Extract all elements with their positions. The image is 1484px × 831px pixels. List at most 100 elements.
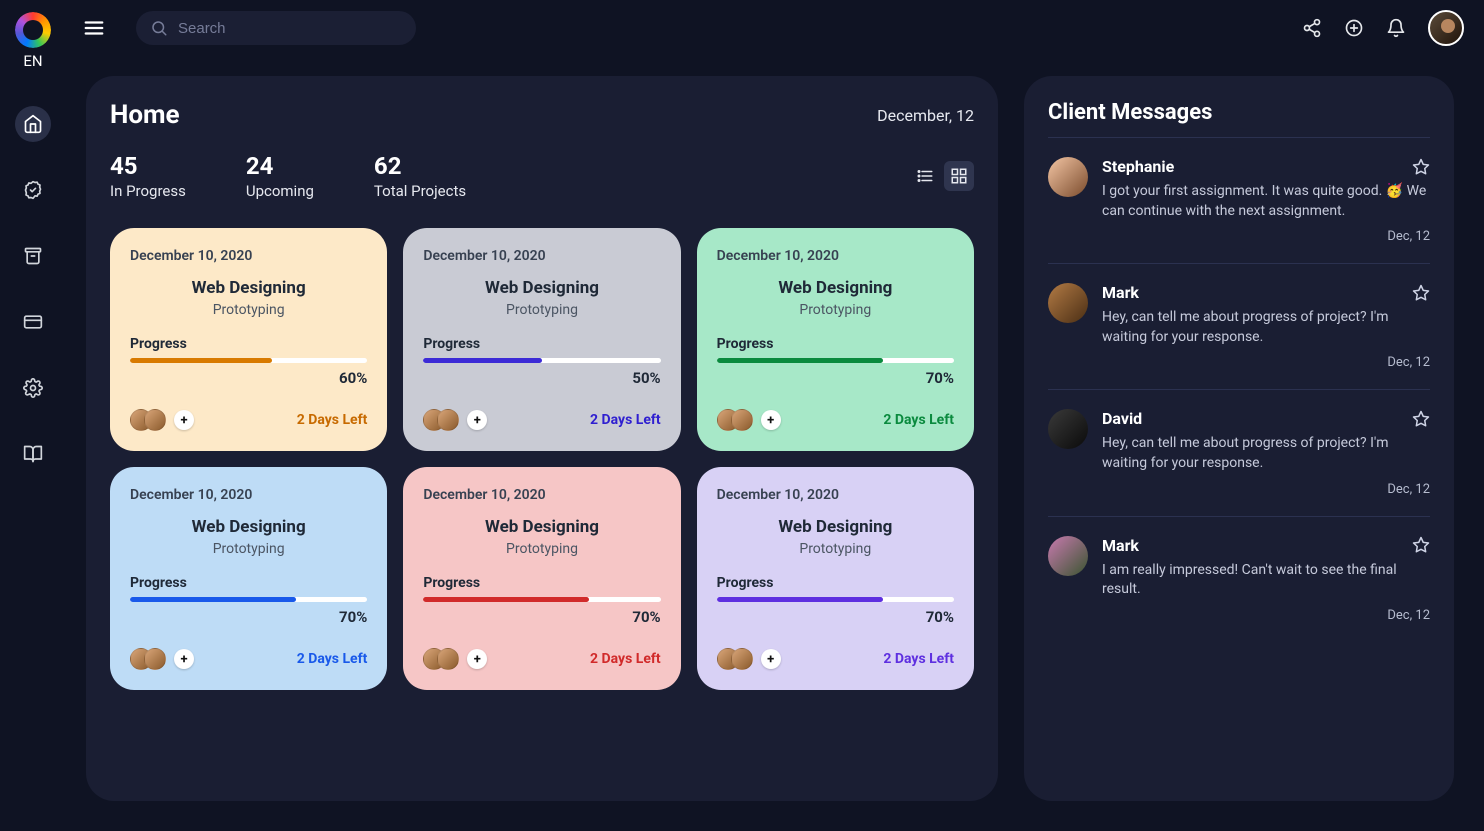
nav-docs[interactable] xyxy=(15,436,51,472)
menu-icon xyxy=(83,17,105,39)
star-button[interactable] xyxy=(1412,158,1430,176)
grid-view-button[interactable] xyxy=(944,161,974,191)
nav-home[interactable] xyxy=(15,106,51,142)
progress-label: Progress xyxy=(130,336,367,352)
message-date: Dec, 12 xyxy=(1102,229,1430,244)
add-participant-button[interactable]: + xyxy=(467,410,487,430)
archive-icon xyxy=(23,246,43,266)
plus-icon: + xyxy=(474,652,481,667)
stat-value: 62 xyxy=(374,152,466,180)
plus-circle-icon xyxy=(1344,18,1364,38)
message-item[interactable]: Mark Hey, can tell me about progress of … xyxy=(1048,263,1430,389)
message-date: Dec, 12 xyxy=(1102,482,1430,497)
add-participant-button[interactable]: + xyxy=(174,410,194,430)
plus-icon: + xyxy=(180,413,187,428)
progress-percent: 70% xyxy=(717,608,954,626)
message-text: Hey, can tell me about progress of proje… xyxy=(1102,308,1430,347)
card-title: Web Designing xyxy=(717,517,954,537)
gear-icon xyxy=(23,378,43,398)
card-date: December 10, 2020 xyxy=(423,248,660,264)
message-text: I am really impressed! Can't wait to see… xyxy=(1102,561,1430,600)
add-participant-button[interactable]: + xyxy=(174,649,194,669)
progress-percent: 70% xyxy=(717,369,954,387)
days-left: 2 Days Left xyxy=(297,412,368,428)
card-subtitle: Prototyping xyxy=(717,541,954,557)
message-avatar xyxy=(1048,157,1088,197)
card-subtitle: Prototyping xyxy=(130,541,367,557)
bell-icon xyxy=(1386,18,1406,38)
messages-list: Stephanie I got your first assignment. I… xyxy=(1048,137,1430,642)
stat-block: 45 In Progress xyxy=(110,152,186,200)
project-card[interactable]: December 10, 2020 Web Designing Prototyp… xyxy=(110,467,387,690)
project-card[interactable]: December 10, 2020 Web Designing Prototyp… xyxy=(403,467,680,690)
card-title: Web Designing xyxy=(423,278,660,298)
plus-icon: + xyxy=(767,413,774,428)
add-participant-button[interactable]: + xyxy=(761,410,781,430)
card-title: Web Designing xyxy=(130,517,367,537)
card-subtitle: Prototyping xyxy=(130,302,367,318)
progress-label: Progress xyxy=(423,336,660,352)
stat-value: 45 xyxy=(110,152,186,180)
message-text: I got your first assignment. It was quit… xyxy=(1102,182,1430,221)
plus-icon: + xyxy=(767,652,774,667)
participant-avatar xyxy=(731,648,753,670)
add-button[interactable] xyxy=(1344,18,1364,38)
nav-billing[interactable] xyxy=(15,304,51,340)
card-date: December 10, 2020 xyxy=(717,487,954,503)
stats-group: 45 In Progress 24 Upcoming 62 Total Projec… xyxy=(110,152,466,200)
message-item[interactable]: Mark I am really impressed! Can't wait t… xyxy=(1048,516,1430,642)
share-button[interactable] xyxy=(1302,18,1322,38)
project-card[interactable]: December 10, 2020 Web Designing Prototyp… xyxy=(403,228,680,451)
stat-block: 62 Total Projects xyxy=(374,152,466,200)
participants: + xyxy=(717,409,781,431)
nav-archive[interactable] xyxy=(15,238,51,274)
user-avatar[interactable] xyxy=(1428,10,1464,46)
card-subtitle: Prototyping xyxy=(717,302,954,318)
nav-verify[interactable] xyxy=(15,172,51,208)
star-button[interactable] xyxy=(1412,536,1430,554)
stat-value: 24 xyxy=(246,152,314,180)
participant-avatar xyxy=(437,648,459,670)
add-participant-button[interactable]: + xyxy=(761,649,781,669)
message-item[interactable]: Stephanie I got your first assignment. I… xyxy=(1048,137,1430,263)
share-icon xyxy=(1302,18,1322,38)
project-card[interactable]: December 10, 2020 Web Designing Prototyp… xyxy=(697,228,974,451)
projects-grid: December 10, 2020 Web Designing Prototyp… xyxy=(110,228,974,690)
participants: + xyxy=(130,409,194,431)
progress-bar xyxy=(130,358,367,363)
card-title: Web Designing xyxy=(130,278,367,298)
star-button[interactable] xyxy=(1412,410,1430,428)
menu-toggle[interactable] xyxy=(82,16,106,40)
message-sender: David xyxy=(1102,409,1142,428)
card-title: Web Designing xyxy=(423,517,660,537)
message-sender: Stephanie xyxy=(1102,157,1174,176)
list-view-button[interactable] xyxy=(910,161,940,191)
sidebar: EN xyxy=(0,0,66,831)
notifications-button[interactable] xyxy=(1386,18,1406,38)
card-subtitle: Prototyping xyxy=(423,302,660,318)
stat-label: Total Projects xyxy=(374,182,466,200)
stat-block: 24 Upcoming xyxy=(246,152,314,200)
language-label[interactable]: EN xyxy=(23,52,42,70)
card-date: December 10, 2020 xyxy=(130,487,367,503)
project-card[interactable]: December 10, 2020 Web Designing Prototyp… xyxy=(110,228,387,451)
participants: + xyxy=(423,648,487,670)
star-icon xyxy=(1412,410,1430,428)
days-left: 2 Days Left xyxy=(883,651,954,667)
page-title: Home xyxy=(110,100,180,130)
add-participant-button[interactable]: + xyxy=(467,649,487,669)
card-date: December 10, 2020 xyxy=(423,487,660,503)
star-button[interactable] xyxy=(1412,284,1430,302)
participants: + xyxy=(423,409,487,431)
participant-avatar xyxy=(437,409,459,431)
plus-icon: + xyxy=(180,652,187,667)
nav-settings[interactable] xyxy=(15,370,51,406)
project-card[interactable]: December 10, 2020 Web Designing Prototyp… xyxy=(697,467,974,690)
message-item[interactable]: David Hey, can tell me about progress of… xyxy=(1048,389,1430,515)
message-sender: Mark xyxy=(1102,283,1139,302)
search-input[interactable] xyxy=(178,20,402,37)
app-logo xyxy=(15,12,51,48)
progress-label: Progress xyxy=(130,575,367,591)
days-left: 2 Days Left xyxy=(590,412,661,428)
star-icon xyxy=(1412,284,1430,302)
